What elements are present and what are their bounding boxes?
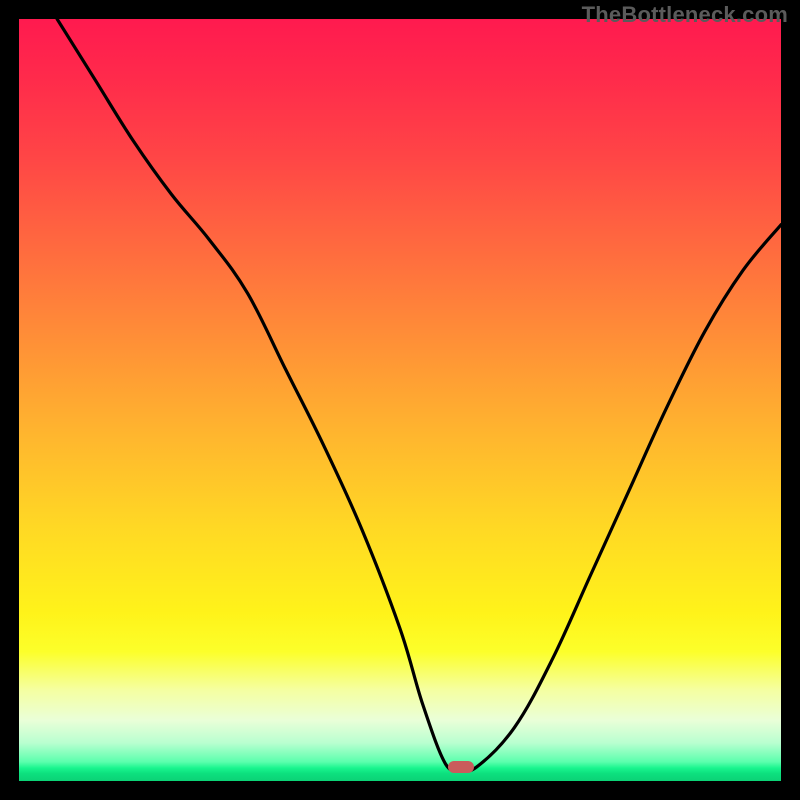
curve-path <box>57 19 781 771</box>
chart-frame: TheBottleneck.com <box>0 0 800 800</box>
optimal-marker <box>448 761 474 773</box>
watermark-text: TheBottleneck.com <box>582 2 788 28</box>
bottleneck-curve <box>19 19 781 781</box>
plot-area <box>19 19 781 781</box>
